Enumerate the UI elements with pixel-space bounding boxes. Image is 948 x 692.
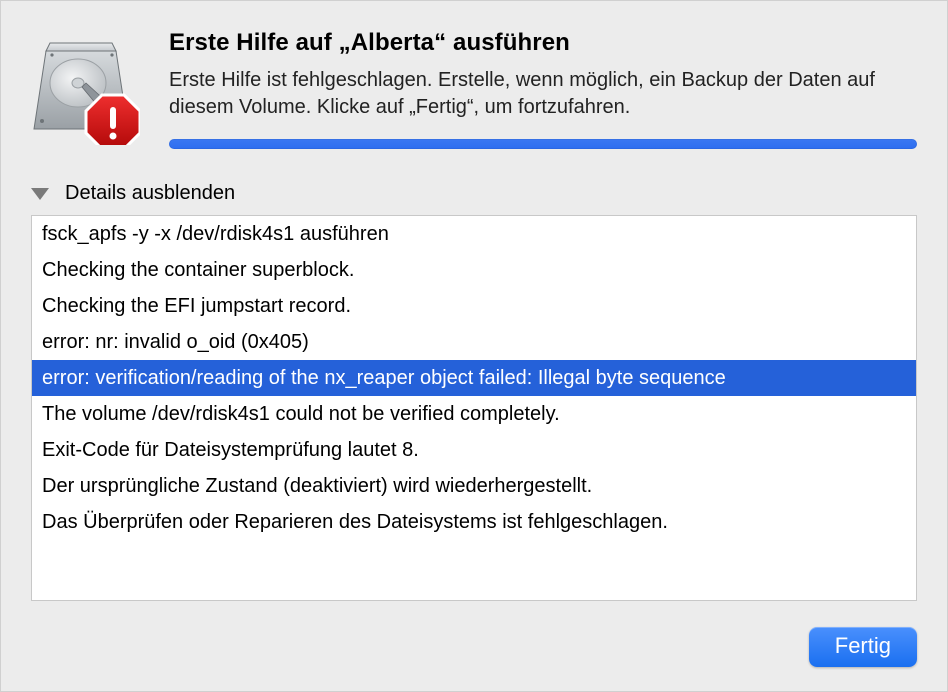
log-line[interactable]: fsck_apfs -y -x /dev/rdisk4s1 ausführen [32,216,916,252]
header: Erste Hilfe auf „Alberta“ ausführen Erst… [31,29,917,150]
dialog-title: Erste Hilfe auf „Alberta“ ausführen [169,29,917,57]
log-line[interactable]: Checking the container superblock. [32,252,916,288]
text-column: Erste Hilfe auf „Alberta“ ausführen Erst… [169,29,917,150]
disclosure-triangle-icon [31,188,49,200]
details-toggle[interactable]: Details ausblenden [31,182,917,205]
log-line[interactable]: Der ursprüngliche Zustand (deaktiviert) … [32,468,916,504]
log-line[interactable]: Das Überprüfen oder Reparieren des Datei… [32,504,916,540]
progress-bar [169,139,917,149]
icon-column [31,29,141,150]
done-button[interactable]: Fertig [809,627,917,667]
log-line[interactable]: Exit-Code für Dateisystemprüfung lautet … [32,432,916,468]
dialog-sheet: Erste Hilfe auf „Alberta“ ausführen Erst… [0,0,948,692]
log-output[interactable]: fsck_apfs -y -x /dev/rdisk4s1 ausführenC… [31,215,917,601]
log-line[interactable]: error: nr: invalid o_oid (0x405) [32,324,916,360]
footer: Fertig [31,601,917,667]
log-line[interactable]: Checking the EFI jumpstart record. [32,288,916,324]
log-line[interactable]: The volume /dev/rdisk4s1 could not be ve… [32,396,916,432]
disk-error-icon [32,33,140,150]
log-line[interactable]: error: verification/reading of the nx_re… [32,360,916,396]
details-toggle-label: Details ausblenden [65,182,235,205]
dialog-message: Erste Hilfe ist fehlgeschlagen. Erstelle… [169,67,917,121]
